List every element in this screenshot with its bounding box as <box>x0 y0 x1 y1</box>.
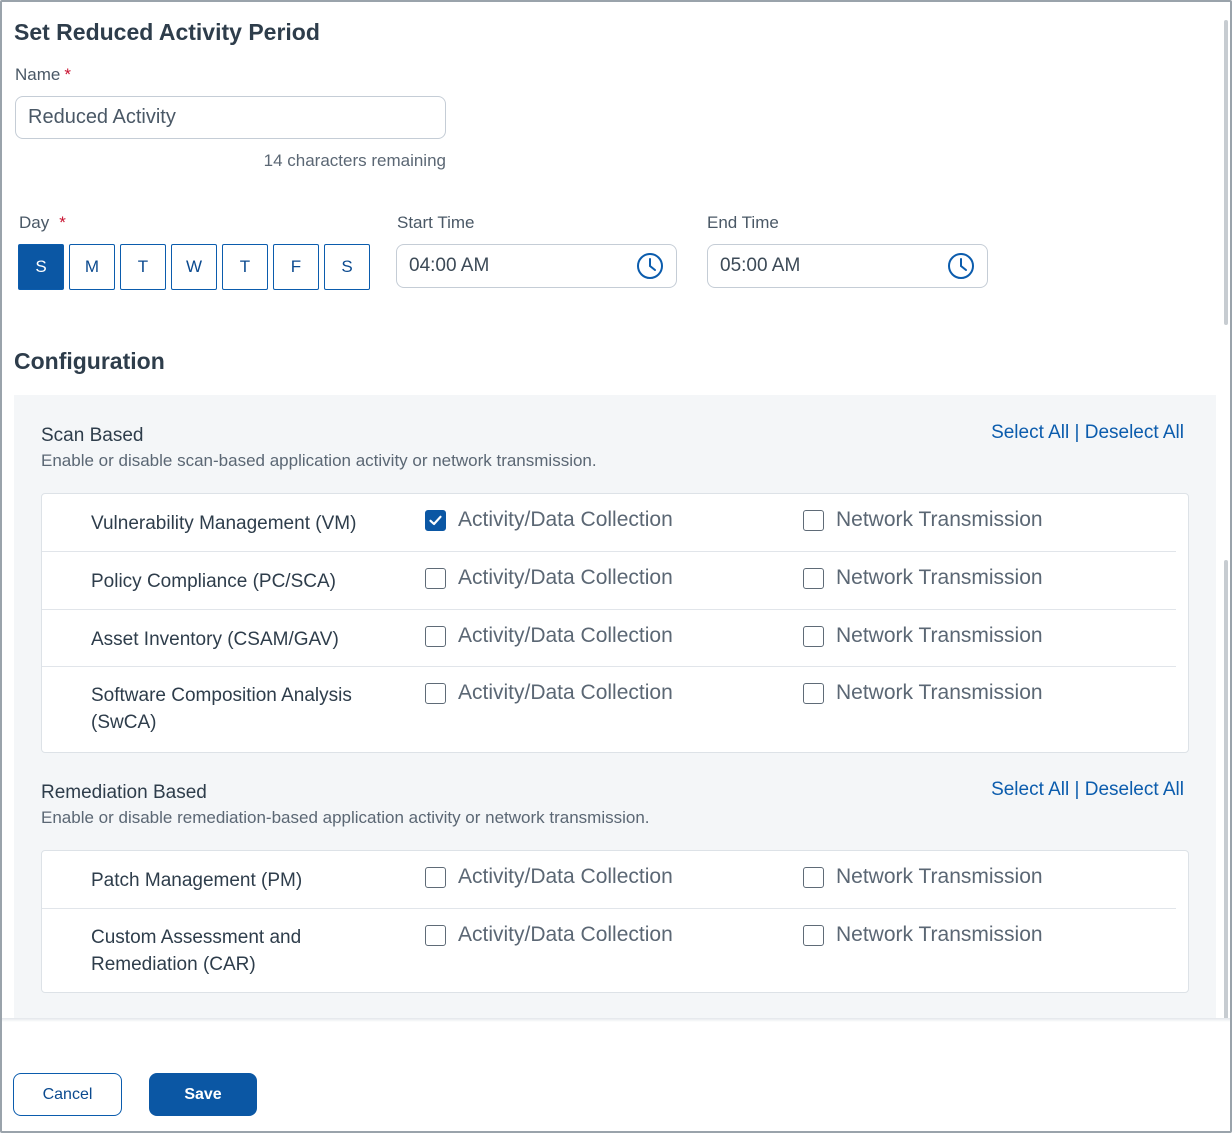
activity-option-label: Activity/Data Collection <box>458 624 673 647</box>
start-time-value: 04:00 AM <box>409 255 490 276</box>
network-transmission-option[interactable]: Network Transmission <box>803 681 1043 705</box>
table-row: Asset Inventory (CSAM/GAV) Activity/Data… <box>42 610 1176 667</box>
configuration-title: Configuration <box>14 348 165 374</box>
day-button-sunday[interactable]: S <box>18 244 64 290</box>
activity-option-label: Activity/Data Collection <box>458 566 673 589</box>
scrollbar-thumb-bottom[interactable] <box>1224 560 1228 1020</box>
network-option-label: Network Transmission <box>836 566 1043 589</box>
end-time-input[interactable]: 05:00 AM <box>707 244 988 288</box>
end-time-label: End Time <box>707 213 779 232</box>
row-name: Policy Compliance (PC/SCA) <box>91 571 336 592</box>
table-row: Software Composition Analysis (SwCA) Act… <box>42 667 1176 752</box>
network-checkbox[interactable] <box>803 509 824 531</box>
activity-data-collection-option[interactable]: Activity/Data Collection <box>425 923 673 947</box>
network-option-label: Network Transmission <box>836 624 1043 647</box>
clock-icon[interactable] <box>636 252 664 280</box>
day-button-friday[interactable]: F <box>273 244 319 290</box>
page-title: Set Reduced Activity Period <box>14 19 320 45</box>
link-separator: | <box>1069 422 1085 443</box>
dialog-frame: Set Reduced Activity Period Name* 14 cha… <box>0 0 1232 1133</box>
network-checkbox[interactable] <box>803 625 824 647</box>
deselect-all-link[interactable]: Deselect All <box>1085 422 1184 443</box>
activity-data-collection-option[interactable]: Activity/Data Collection <box>425 865 673 889</box>
name-label-text: Name <box>15 65 61 84</box>
day-label: Day * <box>19 213 66 233</box>
network-transmission-option[interactable]: Network Transmission <box>803 624 1043 648</box>
remediation-based-select-links: Select All | Deselect All <box>991 779 1184 801</box>
row-name: Vulnerability Management (VM) <box>91 513 357 534</box>
activity-data-collection-option[interactable]: Activity/Data Collection <box>425 508 673 532</box>
start-time-input[interactable]: 04:00 AM <box>396 244 677 288</box>
activity-option-label: Activity/Data Collection <box>458 923 673 946</box>
remediation-based-title: Remediation Based <box>41 782 207 803</box>
save-button[interactable]: Save <box>149 1073 257 1116</box>
table-row: Custom Assessment and Remediation (CAR) … <box>42 909 1176 993</box>
scan-based-select-links: Select All | Deselect All <box>991 422 1184 444</box>
network-transmission-option[interactable]: Network Transmission <box>803 566 1043 590</box>
activity-option-label: Activity/Data Collection <box>458 508 673 531</box>
row-name: Custom Assessment and Remediation (CAR) <box>91 927 302 975</box>
scrollbar-thumb-top[interactable] <box>1224 20 1228 325</box>
network-checkbox[interactable] <box>803 866 824 888</box>
row-name: Software Composition Analysis (SwCA) <box>91 685 352 733</box>
checkmark-icon <box>428 513 443 528</box>
activity-data-collection-option[interactable]: Activity/Data Collection <box>425 681 673 705</box>
day-button-monday[interactable]: M <box>69 244 115 290</box>
table-row: Vulnerability Management (VM) Activity/D… <box>42 494 1176 552</box>
day-label-text: Day <box>19 213 50 232</box>
clock-icon[interactable] <box>947 252 975 280</box>
name-input[interactable] <box>15 96 446 139</box>
activity-data-collection-option[interactable]: Activity/Data Collection <box>425 624 673 648</box>
network-transmission-option[interactable]: Network Transmission <box>803 508 1043 532</box>
network-option-label: Network Transmission <box>836 923 1043 946</box>
network-checkbox[interactable] <box>803 924 824 946</box>
network-transmission-option[interactable]: Network Transmission <box>803 865 1043 889</box>
required-mark: * <box>64 65 71 84</box>
remediation-based-description: Enable or disable remediation-based appl… <box>41 808 650 827</box>
table-row: Patch Management (PM) Activity/Data Coll… <box>42 851 1176 909</box>
activity-data-collection-option[interactable]: Activity/Data Collection <box>425 566 673 590</box>
day-selector: S M T W T F S <box>18 244 370 290</box>
character-counter: 14 characters remaining <box>263 151 446 170</box>
day-button-wednesday[interactable]: W <box>171 244 217 290</box>
activity-checkbox[interactable] <box>425 866 446 888</box>
remediation-based-table: Patch Management (PM) Activity/Data Coll… <box>41 850 1189 993</box>
select-all-link[interactable]: Select All <box>991 422 1069 443</box>
scan-based-description: Enable or disable scan-based application… <box>41 451 597 470</box>
row-name: Patch Management (PM) <box>91 870 303 891</box>
deselect-all-link[interactable]: Deselect All <box>1085 779 1184 800</box>
cancel-button[interactable]: Cancel <box>13 1073 122 1116</box>
network-option-label: Network Transmission <box>836 681 1043 704</box>
activity-checkbox[interactable] <box>425 682 446 704</box>
required-mark: * <box>59 213 66 232</box>
activity-checkbox[interactable] <box>425 625 446 647</box>
network-checkbox[interactable] <box>803 567 824 589</box>
network-option-label: Network Transmission <box>836 865 1043 888</box>
network-checkbox[interactable] <box>803 682 824 704</box>
row-name: Asset Inventory (CSAM/GAV) <box>91 629 339 650</box>
day-button-tuesday[interactable]: T <box>120 244 166 290</box>
link-separator: | <box>1069 779 1085 800</box>
day-button-thursday[interactable]: T <box>222 244 268 290</box>
activity-checkbox[interactable] <box>425 567 446 589</box>
network-option-label: Network Transmission <box>836 508 1043 531</box>
scan-based-table: Vulnerability Management (VM) Activity/D… <box>41 493 1189 753</box>
network-transmission-option[interactable]: Network Transmission <box>803 923 1043 947</box>
start-time-label: Start Time <box>397 213 475 232</box>
activity-option-label: Activity/Data Collection <box>458 681 673 704</box>
select-all-link[interactable]: Select All <box>991 779 1069 800</box>
activity-option-label: Activity/Data Collection <box>458 865 673 888</box>
end-time-value: 05:00 AM <box>720 255 801 276</box>
activity-checkbox[interactable] <box>425 924 446 946</box>
activity-checkbox[interactable] <box>425 509 446 531</box>
name-label: Name * <box>15 65 71 85</box>
day-button-saturday[interactable]: S <box>324 244 370 290</box>
table-row: Policy Compliance (PC/SCA) Activity/Data… <box>42 552 1176 610</box>
scan-based-title: Scan Based <box>41 425 144 446</box>
